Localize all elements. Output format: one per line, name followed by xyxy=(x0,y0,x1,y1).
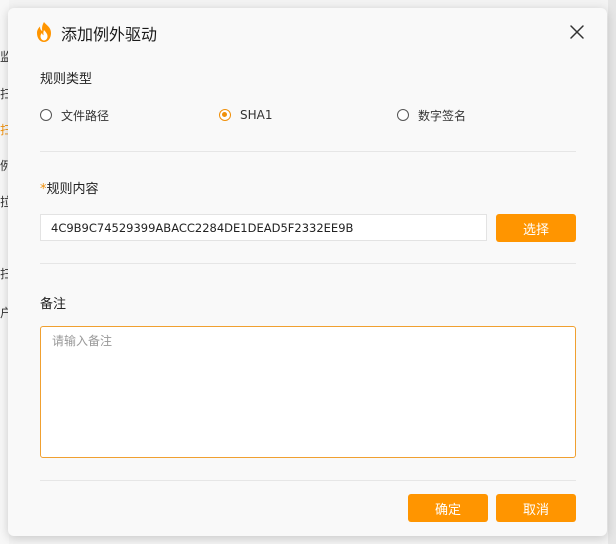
radio-option-label: 文件路径 xyxy=(61,108,110,123)
radio-option-digital-signature[interactable]: 数字签名 xyxy=(397,105,466,125)
dialog-header: 添加例外驱动 xyxy=(8,8,607,56)
background-right-edge xyxy=(608,0,616,544)
radio-option-file-path[interactable]: 文件路径 xyxy=(40,105,109,125)
section-divider xyxy=(40,151,576,152)
footer-divider xyxy=(40,480,576,481)
add-exception-driver-dialog: 添加例外驱动 规则类型 文件路径 SHA1 数字签名 *规则内容 选择 备注 确… xyxy=(8,8,607,536)
radio-option-label: SHA1 xyxy=(240,108,273,122)
radio-option-label: 数字签名 xyxy=(418,108,467,123)
rule-type-label: 规则类型 xyxy=(40,72,93,87)
radio-option-sha1[interactable]: SHA1 xyxy=(219,105,272,125)
dialog-title: 添加例外驱动 xyxy=(61,25,158,44)
flame-shield-icon xyxy=(34,21,54,43)
select-button[interactable]: 选择 xyxy=(496,214,576,242)
rule-content-label-text: 规则内容 xyxy=(46,182,99,197)
radio-unchecked-icon[interactable] xyxy=(397,109,409,121)
radio-unchecked-icon[interactable] xyxy=(40,109,52,121)
remark-label: 备注 xyxy=(40,297,67,312)
remark-textarea[interactable] xyxy=(40,326,576,458)
radio-checked-icon[interactable] xyxy=(219,109,231,121)
close-icon[interactable] xyxy=(568,23,586,41)
cancel-button[interactable]: 取消 xyxy=(496,494,576,522)
rule-content-input[interactable] xyxy=(40,214,487,241)
confirm-button[interactable]: 确定 xyxy=(408,494,488,522)
section-divider xyxy=(40,263,576,264)
rule-content-label: *规则内容 xyxy=(40,178,99,197)
